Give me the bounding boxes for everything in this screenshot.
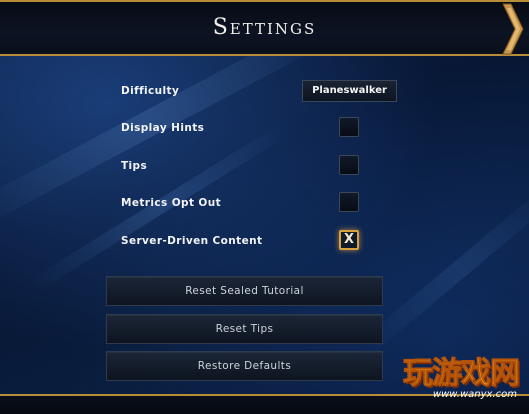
checkmark-x-icon: X	[343, 232, 355, 247]
watermark-logo-text: 玩游戏网	[403, 356, 521, 392]
server-driven-content-label: Server-Driven Content	[121, 235, 263, 247]
reset-sealed-tutorial-button[interactable]: Reset Sealed Tutorial	[106, 276, 383, 306]
display-hints-checkbox[interactable]	[339, 117, 359, 137]
watermark-logo: 玩游戏网 www.wanyx.com	[399, 348, 521, 410]
difficulty-label: Difficulty	[121, 85, 180, 97]
header-bar: Settings	[0, 0, 529, 56]
tips-label: Tips	[121, 160, 148, 172]
metrics-opt-out-label: Metrics Opt Out	[121, 197, 222, 209]
metrics-opt-out-checkbox[interactable]	[339, 192, 359, 212]
tips-checkbox[interactable]	[339, 155, 359, 175]
page-title: Settings	[212, 15, 317, 40]
reset-tips-button[interactable]: Reset Tips	[106, 314, 383, 344]
chevron-right-icon[interactable]	[499, 0, 525, 58]
server-driven-content-checkbox[interactable]: X	[339, 230, 359, 250]
watermark-url: www.wanyx.com	[432, 389, 517, 400]
restore-defaults-button[interactable]: Restore Defaults	[106, 351, 383, 381]
difficulty-dropdown[interactable]: Planeswalker	[302, 80, 397, 102]
display-hints-label: Display Hints	[121, 122, 205, 134]
